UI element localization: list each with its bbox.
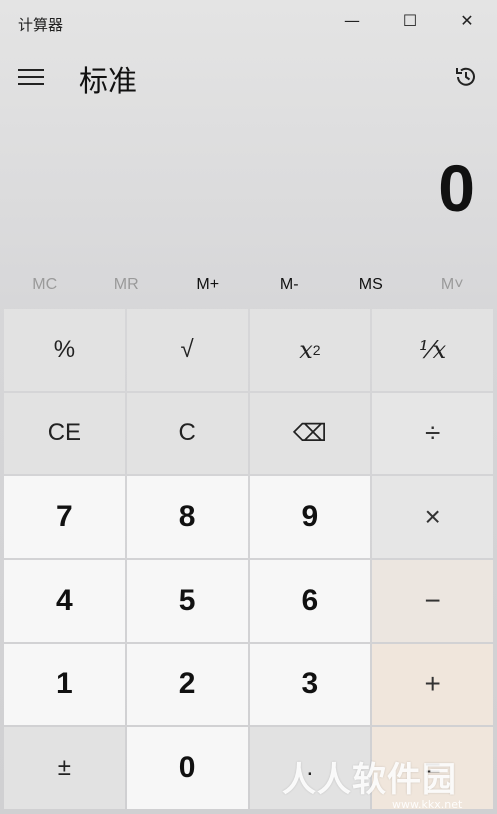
- digit-5-button[interactable]: 5: [126, 559, 248, 642]
- memory-clear-button[interactable]: MC: [4, 264, 86, 306]
- result-display: 0: [438, 151, 475, 225]
- maximize-button[interactable]: ☐: [380, 0, 440, 40]
- add-button[interactable]: +: [372, 643, 493, 726]
- app-title: 计算器: [18, 16, 64, 34]
- watermark-url: www.kkx.net: [392, 798, 463, 811]
- hamburger-icon: [18, 69, 44, 71]
- history-icon: [456, 67, 475, 86]
- minimize-button[interactable]: —: [322, 0, 382, 40]
- close-icon: ✕: [460, 10, 474, 30]
- title-bar: 计算器 — ☐ ✕: [0, 0, 497, 44]
- clear-button[interactable]: C: [126, 392, 248, 475]
- digit-9-button[interactable]: 9: [249, 476, 371, 558]
- digit-0-button[interactable]: 0: [126, 727, 248, 809]
- memory-row: MC MR M+ M- MS M˅: [4, 264, 493, 306]
- mode-title: 标准: [79, 64, 138, 98]
- square-base-label: x: [299, 335, 313, 364]
- keypad: % √ x2 ⅟x CE C ⌫ ÷ 7 8 9 × 4 5 6 − 1 2 3…: [4, 309, 493, 809]
- negate-button[interactable]: ±: [4, 727, 125, 809]
- backspace-button[interactable]: ⌫: [249, 392, 371, 475]
- square-exponent-label: 2: [312, 341, 321, 358]
- memory-subtract-button[interactable]: M-: [249, 264, 331, 306]
- memory-add-button[interactable]: M+: [167, 264, 249, 306]
- navigation-menu-button[interactable]: [12, 60, 50, 94]
- divide-button[interactable]: ÷: [372, 392, 493, 475]
- memory-recall-button[interactable]: MR: [86, 264, 168, 306]
- clear-entry-button[interactable]: CE: [4, 392, 125, 475]
- history-button[interactable]: [446, 58, 486, 96]
- memory-store-button[interactable]: MS: [330, 264, 412, 306]
- maximize-icon: ☐: [402, 10, 418, 30]
- watermark-text: 人人软件园: [282, 760, 457, 800]
- digit-1-button[interactable]: 1: [4, 643, 125, 726]
- digit-7-button[interactable]: 7: [4, 476, 125, 558]
- square-root-button[interactable]: √: [126, 309, 248, 391]
- digit-6-button[interactable]: 6: [249, 559, 371, 642]
- close-button[interactable]: ✕: [437, 0, 497, 40]
- multiply-button[interactable]: ×: [372, 476, 493, 558]
- memory-list-button[interactable]: M˅: [412, 264, 494, 306]
- square-button[interactable]: x2: [249, 309, 371, 391]
- digit-2-button[interactable]: 2: [126, 643, 248, 726]
- percent-button[interactable]: %: [4, 309, 125, 391]
- reciprocal-label: ⅟x: [419, 335, 447, 364]
- digit-8-button[interactable]: 8: [126, 476, 248, 558]
- digit-3-button[interactable]: 3: [249, 643, 371, 726]
- digit-4-button[interactable]: 4: [4, 559, 125, 642]
- minimize-icon: —: [344, 10, 360, 30]
- subtract-button[interactable]: −: [372, 559, 493, 642]
- reciprocal-button[interactable]: ⅟x: [372, 309, 493, 391]
- backspace-icon: ⌫: [292, 419, 327, 447]
